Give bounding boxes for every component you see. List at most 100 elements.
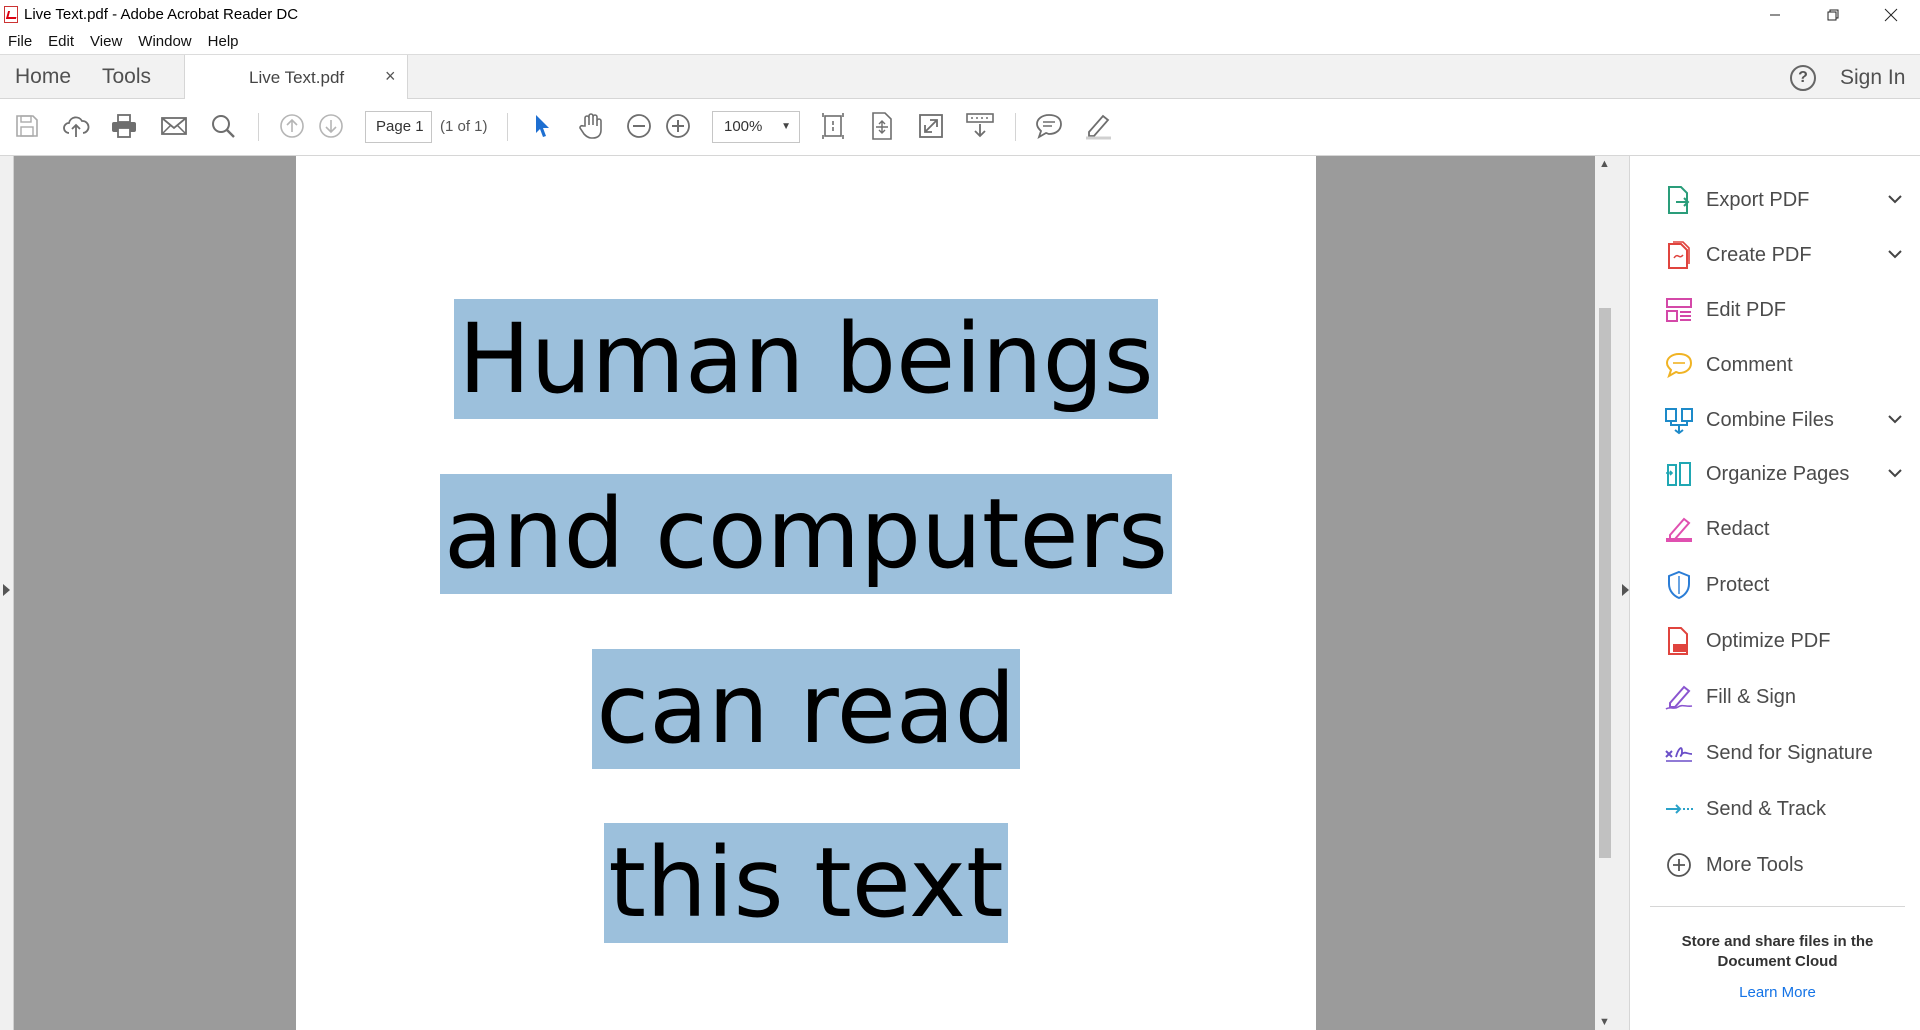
previous-page-icon[interactable] bbox=[277, 111, 307, 141]
vertical-scrollbar[interactable]: ▲ ▼ bbox=[1595, 156, 1615, 1030]
fill-sign-icon bbox=[1664, 682, 1694, 712]
comment-icon bbox=[1664, 350, 1694, 380]
export-pdf-icon bbox=[1664, 185, 1694, 215]
tool-send-for-signature[interactable]: Send for Signature bbox=[1664, 735, 1904, 771]
zoom-out-icon[interactable] bbox=[624, 111, 654, 141]
highlighted-text[interactable]: and computers bbox=[439, 474, 1173, 594]
tool-export-pdf[interactable]: Export PDF bbox=[1664, 182, 1904, 218]
scroll-up-icon[interactable]: ▲ bbox=[1599, 158, 1610, 170]
save-icon[interactable] bbox=[12, 111, 42, 141]
tool-more-tools[interactable]: More Tools bbox=[1664, 847, 1904, 883]
tool-label: Optimize PDF bbox=[1706, 629, 1831, 652]
highlight-pen-icon[interactable] bbox=[1083, 111, 1113, 141]
fit-page-icon[interactable] bbox=[818, 111, 848, 141]
tool-label: Send for Signature bbox=[1706, 741, 1873, 764]
acrobat-app-icon bbox=[4, 6, 18, 23]
collapse-right-icon bbox=[1622, 584, 1629, 596]
left-panel-toggle[interactable] bbox=[0, 156, 14, 1030]
menu-edit[interactable]: Edit bbox=[40, 33, 82, 50]
print-icon[interactable] bbox=[109, 111, 139, 141]
select-tool-icon[interactable] bbox=[527, 111, 557, 141]
tool-label: Protect bbox=[1706, 573, 1770, 596]
highlighted-text[interactable]: can read bbox=[592, 649, 1020, 769]
learn-more-link[interactable]: Learn More bbox=[1650, 984, 1905, 1001]
comment-tool-icon[interactable] bbox=[1034, 111, 1064, 141]
tool-optimize-pdf[interactable]: Optimize PDF bbox=[1664, 623, 1904, 659]
upload-cloud-icon[interactable] bbox=[61, 111, 91, 141]
hand-tool-icon[interactable] bbox=[576, 111, 606, 141]
menu-view[interactable]: View bbox=[82, 33, 130, 50]
document-tab-label: Live Text.pdf bbox=[249, 68, 345, 87]
chevron-down-icon[interactable] bbox=[1886, 190, 1904, 208]
title-bar: Live Text.pdf - Adobe Acrobat Reader DC bbox=[0, 0, 1920, 29]
email-icon[interactable] bbox=[159, 111, 189, 141]
pdf-page[interactable]: Human beings and computers can read this… bbox=[296, 156, 1316, 1030]
tools-pane: Export PDF Create PDF Edit PDF Comment C… bbox=[1629, 156, 1920, 1030]
close-window-button[interactable] bbox=[1862, 0, 1920, 29]
minimize-icon bbox=[1770, 14, 1780, 15]
chevron-down-icon[interactable] bbox=[1886, 410, 1904, 428]
document-tab[interactable]: Live Text.pdf × bbox=[184, 55, 408, 100]
tool-label: Combine Files bbox=[1706, 408, 1834, 431]
rotate-view-icon[interactable] bbox=[867, 111, 897, 141]
tool-edit-pdf[interactable]: Edit PDF bbox=[1664, 292, 1904, 328]
tool-create-pdf[interactable]: Create PDF bbox=[1664, 237, 1904, 273]
toolbar: Page 1 (1 of 1) 100% ▼ bbox=[0, 99, 1920, 156]
right-panel-toggle[interactable] bbox=[1615, 156, 1629, 1030]
close-icon bbox=[1884, 8, 1898, 21]
tool-organize-pages[interactable]: Organize Pages bbox=[1664, 456, 1904, 492]
tool-label: Create PDF bbox=[1706, 243, 1812, 266]
redact-icon bbox=[1664, 514, 1694, 544]
text-line[interactable]: can read bbox=[296, 649, 1316, 769]
tool-combine-files[interactable]: Combine Files bbox=[1664, 402, 1904, 438]
chevron-down-icon[interactable] bbox=[1886, 464, 1904, 482]
tool-send-track[interactable]: Send & Track bbox=[1664, 791, 1904, 827]
window-title: Live Text.pdf - Adobe Acrobat Reader DC bbox=[24, 6, 299, 23]
chevron-down-icon[interactable] bbox=[1886, 245, 1904, 263]
tool-label: Edit PDF bbox=[1706, 298, 1787, 321]
tab-home[interactable]: Home bbox=[15, 65, 71, 89]
tool-comment[interactable]: Comment bbox=[1664, 347, 1904, 383]
menu-help[interactable]: Help bbox=[200, 33, 247, 50]
highlighted-text[interactable]: Human beings bbox=[454, 299, 1158, 419]
full-screen-icon[interactable] bbox=[916, 111, 946, 141]
combine-files-icon bbox=[1664, 405, 1694, 435]
document-cloud-promo: Store and share files in the Document Cl… bbox=[1681, 933, 1874, 970]
tool-label: Export PDF bbox=[1706, 188, 1810, 211]
chevron-down-icon: ▼ bbox=[781, 121, 791, 132]
page-count: (1 of 1) bbox=[440, 118, 488, 135]
page-number-input[interactable]: Page 1 bbox=[365, 111, 432, 143]
text-line[interactable]: and computers bbox=[296, 474, 1316, 594]
next-page-icon[interactable] bbox=[316, 111, 346, 141]
sign-in-button[interactable]: Sign In bbox=[1840, 66, 1905, 90]
organize-pages-icon bbox=[1664, 459, 1694, 489]
zoom-select[interactable]: 100% ▼ bbox=[712, 111, 800, 143]
menu-window[interactable]: Window bbox=[130, 33, 199, 50]
scroll-mode-icon[interactable] bbox=[965, 111, 995, 141]
more-tools-icon bbox=[1664, 850, 1694, 880]
close-tab-icon[interactable]: × bbox=[385, 66, 396, 87]
menu-file[interactable]: File bbox=[0, 33, 40, 50]
zoom-value: 100% bbox=[724, 118, 763, 135]
help-icon[interactable]: ? bbox=[1790, 65, 1816, 91]
tab-tools[interactable]: Tools bbox=[102, 65, 151, 89]
tool-redact[interactable]: Redact bbox=[1664, 511, 1904, 547]
scroll-down-icon[interactable]: ▼ bbox=[1599, 1016, 1610, 1028]
zoom-in-icon[interactable] bbox=[663, 111, 693, 141]
tool-label: Organize Pages bbox=[1706, 462, 1850, 485]
restore-button[interactable] bbox=[1804, 0, 1862, 29]
tool-protect[interactable]: Protect bbox=[1664, 567, 1904, 603]
text-line[interactable]: Human beings bbox=[296, 299, 1316, 419]
minimize-button[interactable] bbox=[1746, 0, 1804, 29]
edit-pdf-icon bbox=[1664, 295, 1694, 325]
text-line[interactable]: this text bbox=[296, 823, 1316, 943]
optimize-pdf-icon bbox=[1664, 626, 1694, 656]
menu-bar: File Edit View Window Help bbox=[0, 29, 1920, 54]
expand-left-icon bbox=[3, 584, 10, 596]
scrollbar-thumb[interactable] bbox=[1599, 308, 1611, 858]
highlighted-text[interactable]: this text bbox=[604, 823, 1008, 943]
shield-icon bbox=[1664, 570, 1694, 600]
search-icon[interactable] bbox=[208, 111, 238, 141]
restore-icon bbox=[1827, 9, 1839, 20]
tool-fill-sign[interactable]: Fill & Sign bbox=[1664, 679, 1904, 715]
